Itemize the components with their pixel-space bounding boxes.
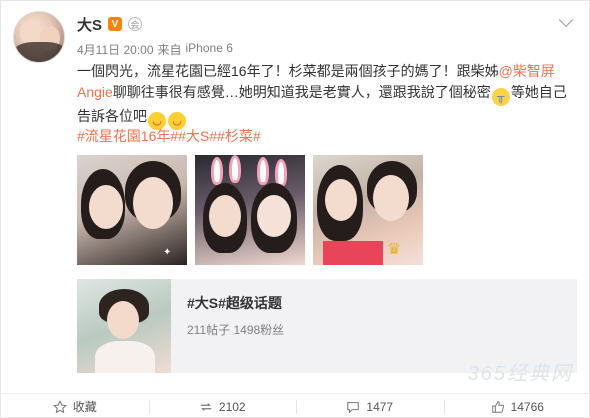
thumbs-up-icon [491,400,504,413]
photo-face [209,195,241,237]
post-text-part: 一個閃光，流星花園已經16年了！杉菜都是兩個孩子的媽了！跟柴姊 [77,63,499,79]
photo-face [257,195,291,237]
member-badge-icon: 会 [128,17,143,31]
repost-count: 2102 [218,399,246,414]
avatar[interactable] [13,11,65,63]
like-button[interactable]: 14766 [443,394,590,418]
photo-face [89,185,123,229]
cry-emoji-icon: ╥ [491,88,510,106]
sparkle-icon: ✦ [163,247,172,258]
action-bar: 收藏 2102 1477 14766 [1,393,590,418]
source-prefix: 来自 [157,43,182,57]
hashtag-links[interactable]: #流星花園16年##大S##杉菜# [77,126,261,146]
post-device: iPhone 6 [185,41,233,55]
photo-face [325,179,357,221]
cake-box [323,241,383,265]
post-text: 一個閃光，流星花園已經16年了！杉菜都是兩個孩子的媽了！跟柴姊@柴智屏Angie… [77,61,577,130]
post-photo[interactable] [195,155,305,265]
bunny-ear-icon [211,157,223,185]
post-meta: 4月11日 20:00 来自 iPhone 6 [77,41,233,58]
star-icon [52,399,67,413]
favorite-label: 收藏 [72,400,97,414]
crown-icon: ♛ [387,241,402,258]
comment-button[interactable]: 1477 [296,394,444,418]
post-text-part: 聊聊往事很有感覺…她明知道我是老實人，還跟我說了個秘密 [112,84,491,100]
weibo-post-card: 大S V 会 4月11日 20:00 来自 iPhone 6 一個閃光，流星花園… [0,0,590,418]
like-count: 14766 [510,399,544,414]
favorite-button[interactable]: 收藏 [1,394,149,418]
post-date[interactable]: 4月11日 20:00 [77,41,154,58]
topic-thumbnail [77,279,171,373]
comment-count: 1477 [366,399,394,414]
repost-icon [200,402,212,411]
watermark: 365经典网 [467,363,573,385]
vip-verified-icon: V [108,17,123,31]
username[interactable]: 大S [77,14,102,35]
user-name-row: 大S V 会 [77,13,143,35]
bunny-ear-icon [257,157,269,185]
avatar-hair [14,42,64,62]
repost-button[interactable]: 2102 [148,394,297,418]
photo-face [373,175,409,221]
topic-stats: 211帖子 1498粉丝 [187,323,285,337]
bunny-ear-icon [229,155,241,183]
photo-face [133,177,173,229]
post-photo[interactable]: ♛ [313,155,423,265]
photo-face [107,301,139,339]
comment-icon [347,401,360,414]
post-photo[interactable]: ✦ [77,155,187,265]
chevron-down-icon[interactable] [558,12,574,28]
topic-title[interactable]: #大S#超级话题 [187,293,282,313]
photo-grid: ✦ ♛ [77,155,423,265]
photo-body [95,341,155,373]
